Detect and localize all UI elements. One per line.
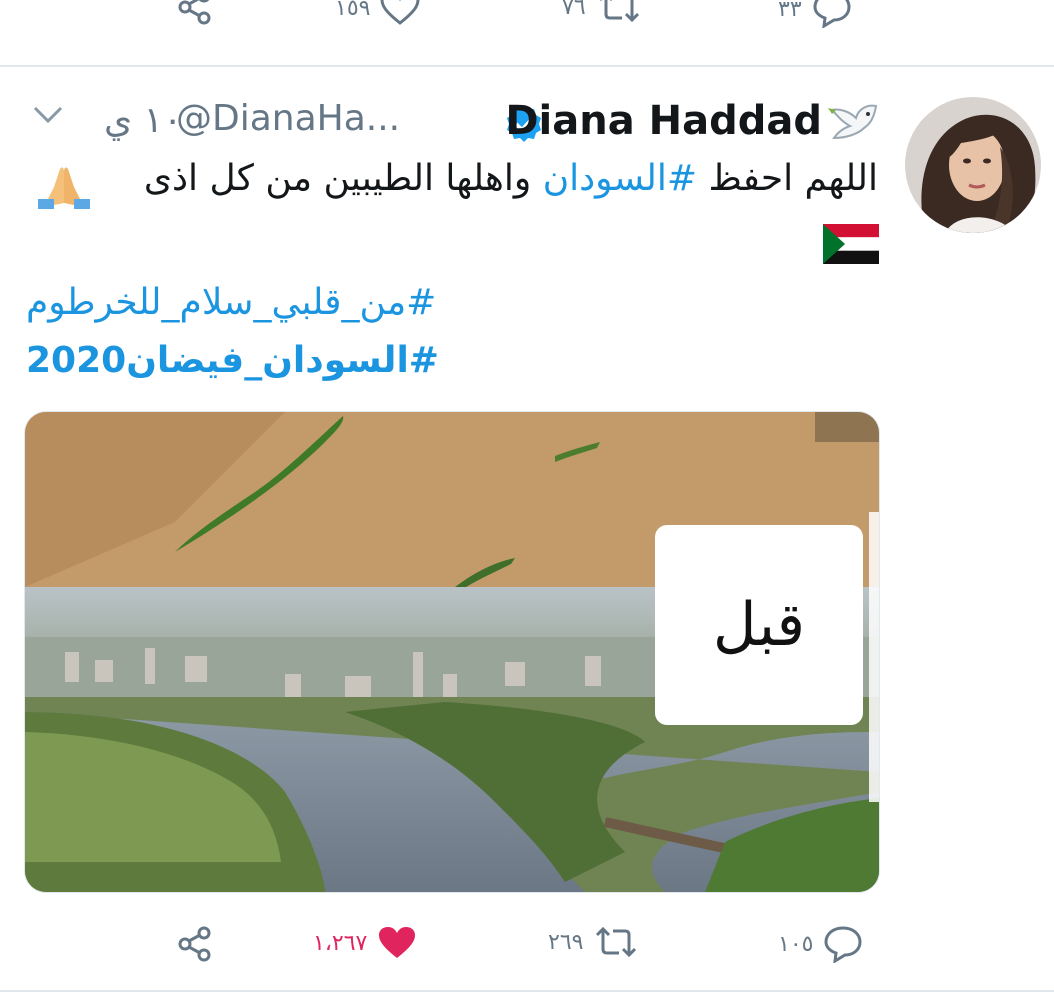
avatar-photo bbox=[905, 97, 1041, 233]
like-button[interactable]: ١٥٩ bbox=[335, 0, 420, 26]
chevron-down-icon[interactable] bbox=[32, 104, 64, 126]
tweet-media-image[interactable]: قبل bbox=[24, 411, 880, 893]
comment-icon bbox=[824, 926, 862, 963]
comment-icon bbox=[813, 0, 851, 28]
retweet-count: ٧٦ bbox=[562, 0, 586, 20]
hashtag-link[interactable]: #السودان_فيضان2020 bbox=[26, 340, 439, 381]
reply-button[interactable]: ١٠٥ bbox=[778, 925, 863, 963]
reply-count: ٣٣ bbox=[778, 0, 802, 22]
heart-filled-icon bbox=[379, 927, 416, 958]
dove-icon bbox=[828, 104, 878, 140]
retweet-button[interactable]: ٢٦٩ bbox=[548, 925, 639, 959]
author-handle[interactable]: @DianaHa... bbox=[176, 98, 400, 139]
tweet-divider bbox=[0, 65, 1054, 67]
share-icon bbox=[178, 926, 211, 962]
reply-button[interactable]: ٣٣ bbox=[778, 0, 852, 28]
retweet-icon bbox=[599, 0, 639, 23]
like-count: ١٥٩ bbox=[335, 0, 371, 21]
tweet-header: ١٠ ي @DianaHa... Diana Haddad bbox=[20, 96, 882, 152]
tweet-text-part2: واهلها الطيبين من كل اذى bbox=[143, 158, 543, 199]
like-button[interactable]: ١،٢٦٧ bbox=[313, 925, 417, 961]
heart-outline-icon bbox=[380, 0, 420, 25]
author-name[interactable]: Diana Haddad bbox=[505, 98, 822, 144]
tweet-text-part1: اللهم احفظ bbox=[697, 158, 878, 199]
previous-tweet-actions: ١٥٩ ٧٦ ٣٣ bbox=[0, 0, 1054, 40]
reply-count: ١٠٥ bbox=[778, 931, 814, 957]
tweet-text: اللهم احفظ #السودان واهلها الطيبين من كل… bbox=[144, 158, 878, 199]
praying-hands-icon bbox=[38, 167, 90, 209]
hashtag-link[interactable]: #من_قلبي_سلام_للخرطوم bbox=[26, 282, 436, 323]
tweet-actions: ١،٢٦٧ ٢٦٩ ١٠٥ bbox=[0, 915, 1054, 971]
avatar[interactable] bbox=[905, 97, 1041, 233]
share-icon bbox=[178, 0, 211, 25]
retweet-count: ٢٦٩ bbox=[548, 929, 584, 955]
media-overlay-label: قبل bbox=[655, 525, 863, 725]
tweet-time[interactable]: ١٠ ي bbox=[104, 100, 182, 141]
tweet-divider bbox=[0, 990, 1054, 992]
share-button[interactable] bbox=[176, 925, 214, 963]
retweet-button[interactable]: ٧٦ bbox=[562, 0, 642, 24]
like-count: ١،٢٦٧ bbox=[313, 930, 368, 956]
sudan-flag-icon bbox=[823, 224, 879, 264]
hashtag-link[interactable]: #السودان bbox=[543, 158, 697, 199]
share-button[interactable] bbox=[176, 0, 214, 26]
retweet-icon bbox=[596, 926, 637, 958]
